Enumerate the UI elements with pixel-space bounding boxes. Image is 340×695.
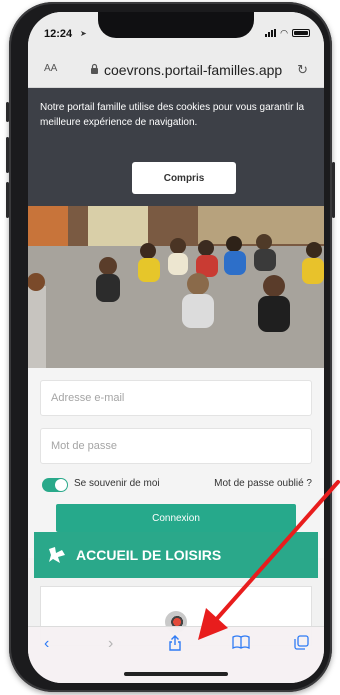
url-domain[interactable]: coevrons.portail-familles.app: [104, 62, 282, 78]
reload-icon[interactable]: ↻: [297, 62, 308, 78]
wifi-icon: ◠: [280, 28, 288, 38]
text-size-button[interactable]: AA: [44, 63, 57, 74]
leisure-logo-icon: [46, 545, 68, 565]
leisure-banner[interactable]: ACCUEIL DE LOISIRS: [34, 532, 318, 578]
volume-down-button: [6, 182, 9, 218]
chevron-right-icon[interactable]: ›: [108, 635, 113, 653]
login-button[interactable]: Connexion: [56, 504, 296, 532]
share-icon[interactable]: [168, 635, 182, 656]
volume-up-button: [6, 137, 9, 173]
power-button: [332, 162, 335, 218]
login-form: Se souvenir de moi Mot de passe oublié ?…: [28, 368, 324, 558]
children-classroom-illustration: [28, 206, 324, 368]
tabs-icon[interactable]: [294, 635, 309, 655]
signal-icon: [265, 29, 277, 37]
status-time: 12:24: [44, 28, 73, 40]
email-input[interactable]: [40, 380, 312, 416]
battery-icon: [292, 29, 310, 37]
notch: [98, 12, 254, 38]
book-icon[interactable]: [232, 635, 250, 654]
leisure-banner-label: ACCUEIL DE LOISIRS: [76, 547, 222, 563]
forgot-password-link[interactable]: Mot de passe oublié ?: [214, 478, 312, 489]
status-indicators: ◠: [265, 28, 310, 38]
lock-icon: [90, 63, 99, 77]
remember-me-label: Se souvenir de moi: [74, 478, 160, 489]
cookie-banner: Notre portail famille utilise des cookie…: [28, 88, 324, 206]
mute-switch: [6, 102, 9, 122]
cookie-accept-button[interactable]: Compris: [132, 162, 236, 194]
address-bar[interactable]: AA coevrons.portail-familles.app ↻: [28, 52, 324, 88]
phone-screen: 12:24 ➤ ◠ AA coevrons.portail-familles.a…: [28, 12, 324, 683]
location-icon: ➤: [80, 29, 87, 38]
password-input[interactable]: [40, 428, 312, 464]
hero-photo: [28, 206, 324, 368]
phone-frame: 12:24 ➤ ◠ AA coevrons.portail-familles.a…: [6, 2, 335, 692]
chevron-left-icon[interactable]: ‹: [44, 635, 49, 653]
home-indicator: [124, 672, 228, 676]
cookie-message: Notre portail famille utilise des cookie…: [40, 102, 305, 128]
remember-me-toggle[interactable]: [42, 478, 68, 492]
